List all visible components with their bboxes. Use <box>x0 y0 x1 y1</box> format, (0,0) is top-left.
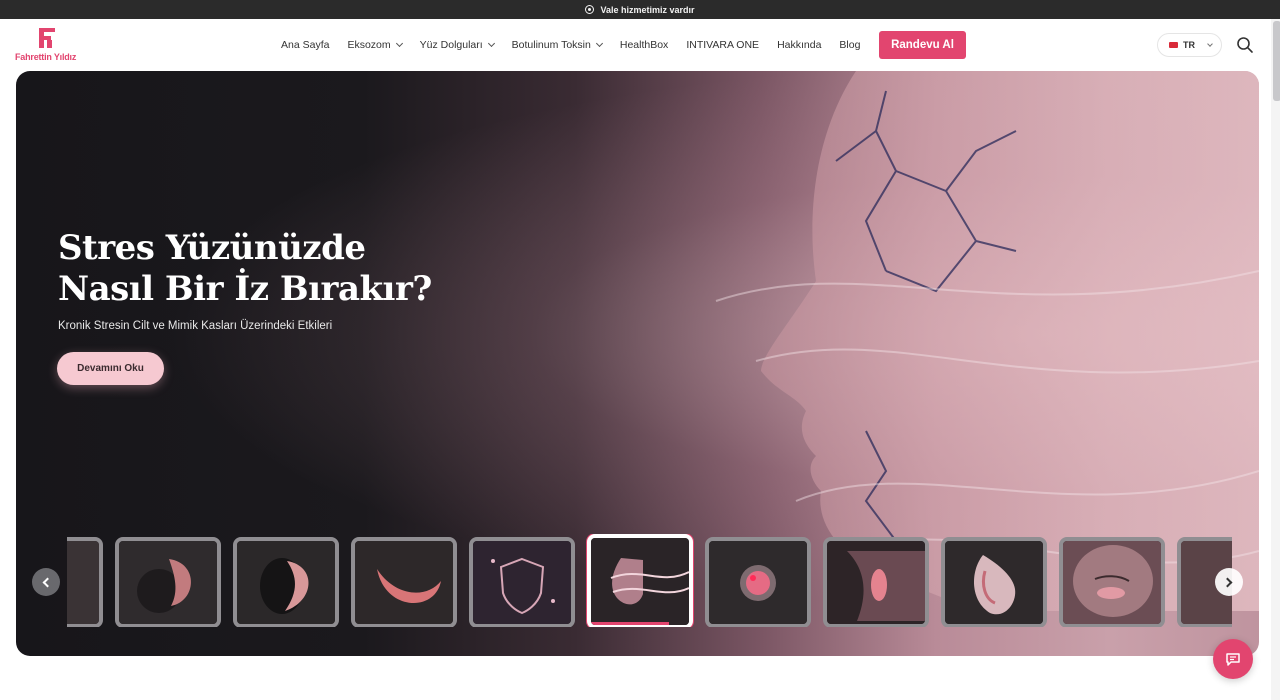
slider-thumbnail[interactable] <box>823 537 929 627</box>
chevron-down-icon <box>395 39 403 48</box>
nav-item-yuz-dolgulari[interactable]: Yüz Dolguları <box>411 39 503 51</box>
slider-thumbnail-active[interactable] <box>587 534 693 627</box>
chevron-down-icon <box>595 39 603 48</box>
read-more-button[interactable]: Devamını Oku <box>57 352 164 385</box>
nav-label: INTIVARA ONE <box>686 39 760 51</box>
nav-label: Ana Sayfa <box>281 39 330 51</box>
chevron-down-icon <box>1207 41 1213 47</box>
brand-logo[interactable]: Fahrettin Yıldız <box>15 28 95 64</box>
hero-title: Stres Yüzünüzde Nasıl Bir İz Bırakır? <box>58 228 478 310</box>
parking-pin-icon <box>585 5 595 14</box>
nav-label: Eksozom <box>347 39 391 51</box>
brand-name: Fahrettin Yıldız <box>15 52 77 62</box>
main-navigation: Ana Sayfa Eksozom Yüz Dolguları Botulinu… <box>272 31 869 59</box>
top-announcement-bar: Vale hizmetimiz vardır <box>0 0 1280 19</box>
nav-item-hakkinda[interactable]: Hakkında <box>768 39 830 51</box>
language-code: TR <box>1183 40 1195 50</box>
nav-label: Hakkında <box>777 39 822 51</box>
turkey-flag-icon <box>1169 42 1178 48</box>
nav-label: Blog <box>839 39 861 51</box>
nav-label: Yüz Dolguları <box>419 39 483 51</box>
appointment-button[interactable]: Randevu Al <box>879 31 966 59</box>
site-header: Fahrettin Yıldız Ana Sayfa Eksozom Yüz D… <box>0 19 1280 71</box>
nav-item-healthbox[interactable]: HealthBox <box>611 39 677 51</box>
slider-thumbnail[interactable] <box>469 537 575 627</box>
hero-subtitle: Kronik Stresin Cilt ve Mimik Kasları Üze… <box>58 320 333 332</box>
slider-thumbnail[interactable] <box>67 537 103 627</box>
scrollbar-thumb[interactable] <box>1273 21 1280 101</box>
nav-label: Botulinum Toksin <box>511 39 591 51</box>
logo-mark-icon <box>39 28 55 48</box>
slide-progress-bar <box>591 622 670 625</box>
chat-button[interactable] <box>1213 639 1253 679</box>
nav-item-eksozom[interactable]: Eksozom <box>338 39 410 51</box>
slider-thumbnail[interactable] <box>233 537 339 627</box>
slider-thumbnail[interactable] <box>1059 537 1165 627</box>
chevron-left-icon <box>42 577 53 587</box>
slider-thumbnail[interactable] <box>351 537 457 627</box>
nav-label: HealthBox <box>619 39 669 51</box>
slider-thumbnail[interactable] <box>115 537 221 627</box>
hero-title-line-1: Stres Yüzünüzde <box>58 228 366 268</box>
hero-title-line-2: Nasıl Bir İz Bırakır? <box>58 269 432 309</box>
slider-thumbnail[interactable] <box>941 537 1047 627</box>
announcement-text: Vale hizmetimiz vardır <box>600 4 695 15</box>
chat-bubble-icon <box>1226 653 1240 666</box>
search-icon[interactable] <box>1236 36 1254 54</box>
slider-thumbnail[interactable] <box>705 537 811 627</box>
language-selector[interactable]: TR <box>1157 33 1222 57</box>
slider-thumbnails <box>67 534 1232 627</box>
nav-item-botulinum-toksin[interactable]: Botulinum Toksin <box>503 39 611 51</box>
slider-next-button[interactable] <box>1215 568 1243 596</box>
chevron-down-icon <box>487 39 495 48</box>
slider-prev-button[interactable] <box>32 568 60 596</box>
nav-item-intivara-one[interactable]: INTIVARA ONE <box>677 39 768 51</box>
chevron-right-icon <box>1222 577 1233 587</box>
page-scrollbar[interactable] <box>1271 19 1280 700</box>
nav-item-blog[interactable]: Blog <box>830 39 869 51</box>
hero-slider: Stres Yüzünüzde Nasıl Bir İz Bırakır? Kr… <box>16 71 1259 656</box>
nav-item-ana-sayfa[interactable]: Ana Sayfa <box>272 39 338 51</box>
